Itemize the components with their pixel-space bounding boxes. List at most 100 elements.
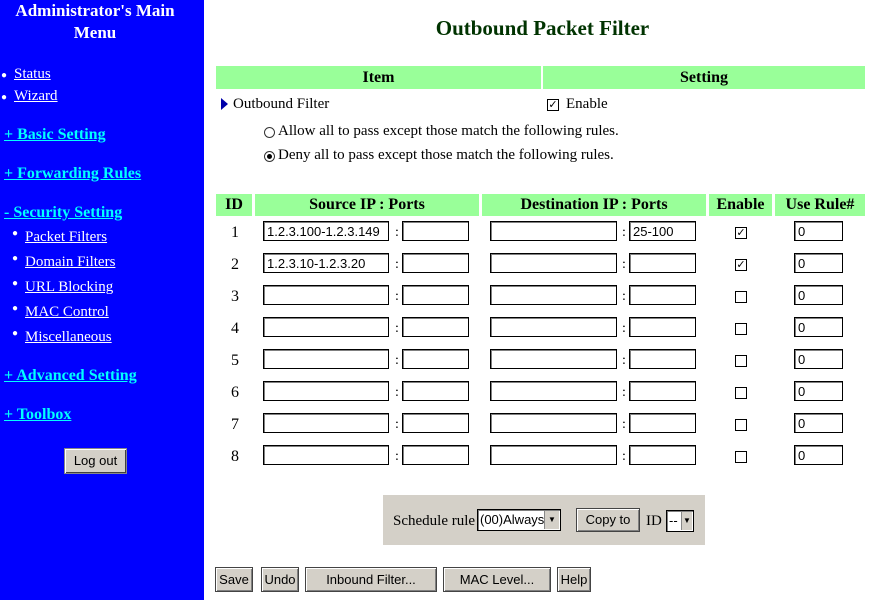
colon-separator: :: [395, 289, 399, 304]
row-enable-checkbox[interactable]: [735, 323, 747, 335]
source-port-input[interactable]: [402, 317, 469, 337]
destination-ip-input[interactable]: [490, 349, 617, 369]
row-enable-checkbox[interactable]: [735, 291, 747, 303]
radio-deny-all[interactable]: [264, 151, 275, 162]
use-rule-input[interactable]: 0: [794, 253, 843, 273]
logout-button[interactable]: Log out: [64, 448, 127, 474]
destination-ip-input[interactable]: [490, 381, 617, 401]
destination-port-input[interactable]: [629, 349, 696, 369]
destination-port-input[interactable]: [629, 445, 696, 465]
source-ip-input[interactable]: [263, 317, 389, 337]
destination-port-input[interactable]: [629, 285, 696, 305]
save-button[interactable]: Save: [215, 567, 253, 592]
row-id: 3: [231, 288, 239, 305]
destination-port-input[interactable]: 25-100: [629, 221, 696, 241]
sidebar-item-mac-control[interactable]: MAC Control: [25, 304, 109, 321]
sidebar-link-wizard[interactable]: Wizard: [14, 88, 58, 105]
use-rule-input[interactable]: 0: [794, 381, 843, 401]
colon-separator: :: [395, 353, 399, 368]
radio-deny-label: Deny all to pass except those match the …: [278, 147, 614, 163]
id-label: ID: [646, 513, 662, 529]
colon-separator: :: [395, 449, 399, 464]
row-id: 1: [231, 224, 239, 241]
row-enable-checkbox[interactable]: [735, 419, 747, 431]
destination-ip-input[interactable]: [490, 413, 617, 433]
bullet-icon: ●: [12, 328, 19, 339]
copy-to-button[interactable]: Copy to: [576, 508, 640, 532]
schedule-rule-value: (00)Always: [480, 512, 545, 527]
destination-port-input[interactable]: [629, 253, 696, 273]
colon-separator: :: [622, 321, 626, 336]
bullet-icon: ●: [1, 92, 8, 103]
destination-ip-input[interactable]: [490, 445, 617, 465]
source-port-input[interactable]: [402, 221, 469, 241]
use-rule-input[interactable]: 0: [794, 285, 843, 305]
row-id: 2: [231, 256, 239, 273]
row-id: 8: [231, 448, 239, 465]
radio-allow-all[interactable]: [264, 127, 275, 138]
chevron-down-icon: ▼: [544, 511, 559, 529]
outbound-filter-enable-checkbox[interactable]: ✓: [547, 99, 559, 111]
colon-separator: :: [622, 289, 626, 304]
sidebar-link-status[interactable]: Status: [14, 66, 51, 83]
source-port-input[interactable]: [402, 285, 469, 305]
triangle-right-icon: [221, 98, 228, 110]
copy-id-select[interactable]: -- ▼: [666, 510, 694, 532]
use-rule-input[interactable]: 0: [794, 413, 843, 433]
sidebar-item-packet-filters[interactable]: Packet Filters: [25, 229, 107, 246]
sidebar-section-advanced-setting[interactable]: + Advanced Setting: [4, 367, 137, 385]
destination-port-input[interactable]: [629, 413, 696, 433]
colon-separator: :: [622, 449, 626, 464]
row-id: 7: [231, 416, 239, 433]
sidebar: Administrator's Main Menu ● Status ● Wiz…: [0, 0, 204, 600]
row-enable-checkbox[interactable]: ✓: [735, 227, 747, 239]
row-enable-checkbox[interactable]: [735, 387, 747, 399]
source-ip-input[interactable]: 1.2.3.10-1.2.3.20: [263, 253, 389, 273]
source-port-input[interactable]: [402, 413, 469, 433]
sidebar-item-domain-filters[interactable]: Domain Filters: [25, 254, 115, 271]
use-rule-input[interactable]: 0: [794, 317, 843, 337]
source-ip-input[interactable]: [263, 413, 389, 433]
row-enable-checkbox[interactable]: [735, 451, 747, 463]
colon-separator: :: [622, 257, 626, 272]
destination-ip-input[interactable]: [490, 317, 617, 337]
destination-ip-input[interactable]: [490, 221, 617, 241]
destination-ip-input[interactable]: [490, 285, 617, 305]
schedule-rule-select[interactable]: (00)Always ▼: [477, 509, 561, 531]
col-header-destination: Destination IP : Ports: [482, 194, 706, 216]
row-enable-checkbox[interactable]: [735, 355, 747, 367]
mac-level-button[interactable]: MAC Level...: [443, 567, 551, 592]
destination-port-input[interactable]: [629, 381, 696, 401]
sidebar-item-miscellaneous[interactable]: Miscellaneous: [25, 329, 112, 346]
source-ip-input[interactable]: [263, 445, 389, 465]
destination-port-input[interactable]: [629, 317, 696, 337]
sidebar-section-basic-setting[interactable]: + Basic Setting: [4, 126, 106, 144]
undo-button[interactable]: Undo: [261, 567, 299, 592]
col-header-use-rule: Use Rule#: [775, 194, 865, 216]
source-port-input[interactable]: [402, 381, 469, 401]
source-ip-input[interactable]: [263, 285, 389, 305]
use-rule-input[interactable]: 0: [794, 221, 843, 241]
source-port-input[interactable]: [402, 253, 469, 273]
help-button[interactable]: Help: [557, 567, 591, 592]
row-enable-checkbox[interactable]: ✓: [735, 259, 747, 271]
source-ip-input[interactable]: [263, 349, 389, 369]
use-rule-input[interactable]: 0: [794, 445, 843, 465]
page-title: Outbound Packet Filter: [435, 16, 650, 40]
bullet-icon: ●: [1, 70, 8, 81]
sidebar-section-security-setting[interactable]: - Security Setting: [4, 204, 122, 222]
inbound-filter-button[interactable]: Inbound Filter...: [305, 567, 437, 592]
destination-ip-input[interactable]: [490, 253, 617, 273]
setting-header: Setting: [543, 66, 865, 89]
source-port-input[interactable]: [402, 349, 469, 369]
col-header-id: ID: [216, 194, 252, 216]
sidebar-section-forwarding-rules[interactable]: + Forwarding Rules: [4, 165, 141, 183]
colon-separator: :: [622, 353, 626, 368]
source-ip-input[interactable]: 1.2.3.100-1.2.3.149: [263, 221, 389, 241]
use-rule-input[interactable]: 0: [794, 349, 843, 369]
sidebar-section-toolbox[interactable]: + Toolbox: [4, 406, 71, 424]
source-ip-input[interactable]: [263, 381, 389, 401]
sidebar-item-url-blocking[interactable]: URL Blocking: [25, 279, 113, 296]
source-port-input[interactable]: [402, 445, 469, 465]
colon-separator: :: [395, 385, 399, 400]
